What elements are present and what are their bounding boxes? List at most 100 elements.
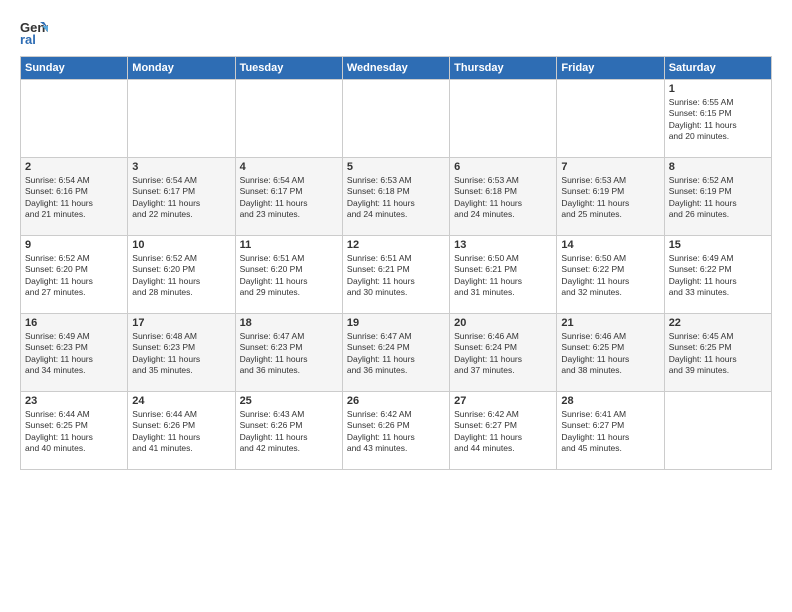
calendar-day-cell: 28 Sunrise: 6:41 AM Sunset: 6:27 PM Dayli… <box>557 392 664 470</box>
calendar-header-row: SundayMondayTuesdayWednesdayThursdayFrid… <box>21 57 772 80</box>
day-info: Sunrise: 6:48 AM Sunset: 6:23 PM Dayligh… <box>132 331 230 377</box>
day-info: Sunrise: 6:44 AM Sunset: 6:25 PM Dayligh… <box>25 409 123 455</box>
day-number: 1 <box>669 83 767 95</box>
day-number: 9 <box>25 239 123 251</box>
day-info: Sunrise: 6:52 AM Sunset: 6:19 PM Dayligh… <box>669 175 767 221</box>
day-number: 12 <box>347 239 445 251</box>
day-number: 13 <box>454 239 552 251</box>
calendar-day-cell <box>557 80 664 158</box>
calendar-day-cell <box>128 80 235 158</box>
day-number: 2 <box>25 161 123 173</box>
calendar-day-cell: 12 Sunrise: 6:51 AM Sunset: 6:21 PM Dayli… <box>342 236 449 314</box>
day-number: 17 <box>132 317 230 329</box>
day-info: Sunrise: 6:52 AM Sunset: 6:20 PM Dayligh… <box>132 253 230 299</box>
day-number: 3 <box>132 161 230 173</box>
calendar-week-row: 16 Sunrise: 6:49 AM Sunset: 6:23 PM Dayli… <box>21 314 772 392</box>
day-number: 24 <box>132 395 230 407</box>
day-number: 26 <box>347 395 445 407</box>
calendar-day-cell <box>235 80 342 158</box>
calendar-day-cell: 16 Sunrise: 6:49 AM Sunset: 6:23 PM Dayli… <box>21 314 128 392</box>
calendar-week-row: 23 Sunrise: 6:44 AM Sunset: 6:25 PM Dayli… <box>21 392 772 470</box>
day-info: Sunrise: 6:54 AM Sunset: 6:17 PM Dayligh… <box>240 175 338 221</box>
calendar-day-cell: 13 Sunrise: 6:50 AM Sunset: 6:21 PM Dayli… <box>450 236 557 314</box>
day-info: Sunrise: 6:53 AM Sunset: 6:18 PM Dayligh… <box>347 175 445 221</box>
calendar-day-cell: 26Sunrise: 6:42 AM Sunset: 6:26 PM Dayli… <box>342 392 449 470</box>
calendar-day-cell: 15Sunrise: 6:49 AM Sunset: 6:22 PM Dayli… <box>664 236 771 314</box>
day-number: 21 <box>561 317 659 329</box>
day-number: 7 <box>561 161 659 173</box>
day-info: Sunrise: 6:46 AM Sunset: 6:25 PM Dayligh… <box>561 331 659 377</box>
day-number: 8 <box>669 161 767 173</box>
day-number: 15 <box>669 239 767 251</box>
calendar-day-cell <box>342 80 449 158</box>
day-number: 23 <box>25 395 123 407</box>
day-number: 11 <box>240 239 338 251</box>
calendar-header-monday: Monday <box>128 57 235 80</box>
day-number: 4 <box>240 161 338 173</box>
day-info: Sunrise: 6:47 AM Sunset: 6:23 PM Dayligh… <box>240 331 338 377</box>
day-info: Sunrise: 6:47 AM Sunset: 6:24 PM Dayligh… <box>347 331 445 377</box>
day-info: Sunrise: 6:42 AM Sunset: 6:27 PM Dayligh… <box>454 409 552 455</box>
calendar-day-cell: 27 Sunrise: 6:42 AM Sunset: 6:27 PM Dayli… <box>450 392 557 470</box>
logo-icon: Gene ral <box>20 18 48 46</box>
calendar-header-wednesday: Wednesday <box>342 57 449 80</box>
day-info: Sunrise: 6:49 AM Sunset: 6:23 PM Dayligh… <box>25 331 123 377</box>
day-number: 28 <box>561 395 659 407</box>
calendar-day-cell: 4 Sunrise: 6:54 AM Sunset: 6:17 PM Daylig… <box>235 158 342 236</box>
calendar-day-cell: 17 Sunrise: 6:48 AM Sunset: 6:23 PM Dayli… <box>128 314 235 392</box>
day-number: 27 <box>454 395 552 407</box>
calendar-day-cell: 18 Sunrise: 6:47 AM Sunset: 6:23 PM Dayli… <box>235 314 342 392</box>
calendar-header-friday: Friday <box>557 57 664 80</box>
calendar-day-cell: 5 Sunrise: 6:53 AM Sunset: 6:18 PM Daylig… <box>342 158 449 236</box>
page: Gene ral SundayMondayTuesdayWednesdayThu… <box>0 0 792 612</box>
calendar-day-cell: 6 Sunrise: 6:53 AM Sunset: 6:18 PM Daylig… <box>450 158 557 236</box>
calendar-day-cell: 1 Sunrise: 6:55 AM Sunset: 6:15 PM Daylig… <box>664 80 771 158</box>
calendar-day-cell: 20 Sunrise: 6:46 AM Sunset: 6:24 PM Dayli… <box>450 314 557 392</box>
calendar-week-row: 9 Sunrise: 6:52 AM Sunset: 6:20 PM Daylig… <box>21 236 772 314</box>
day-info: Sunrise: 6:55 AM Sunset: 6:15 PM Dayligh… <box>669 97 767 143</box>
day-info: Sunrise: 6:45 AM Sunset: 6:25 PM Dayligh… <box>669 331 767 377</box>
day-info: Sunrise: 6:41 AM Sunset: 6:27 PM Dayligh… <box>561 409 659 455</box>
day-number: 5 <box>347 161 445 173</box>
calendar-day-cell: 3 Sunrise: 6:54 AM Sunset: 6:17 PM Daylig… <box>128 158 235 236</box>
calendar-header-saturday: Saturday <box>664 57 771 80</box>
calendar-day-cell: 25 Sunrise: 6:43 AM Sunset: 6:26 PM Dayli… <box>235 392 342 470</box>
calendar-day-cell: 11Sunrise: 6:51 AM Sunset: 6:20 PM Dayli… <box>235 236 342 314</box>
calendar-day-cell: 7 Sunrise: 6:53 AM Sunset: 6:19 PM Daylig… <box>557 158 664 236</box>
day-info: Sunrise: 6:54 AM Sunset: 6:17 PM Dayligh… <box>132 175 230 221</box>
day-number: 14 <box>561 239 659 251</box>
calendar-day-cell: 23 Sunrise: 6:44 AM Sunset: 6:25 PM Dayli… <box>21 392 128 470</box>
calendar-day-cell: 14 Sunrise: 6:50 AM Sunset: 6:22 PM Dayli… <box>557 236 664 314</box>
day-info: Sunrise: 6:53 AM Sunset: 6:19 PM Dayligh… <box>561 175 659 221</box>
day-number: 25 <box>240 395 338 407</box>
calendar-day-cell: 2Sunrise: 6:54 AM Sunset: 6:16 PM Daylig… <box>21 158 128 236</box>
day-info: Sunrise: 6:46 AM Sunset: 6:24 PM Dayligh… <box>454 331 552 377</box>
day-number: 16 <box>25 317 123 329</box>
day-number: 19 <box>347 317 445 329</box>
logo: Gene ral <box>20 18 52 46</box>
calendar-header-tuesday: Tuesday <box>235 57 342 80</box>
day-info: Sunrise: 6:50 AM Sunset: 6:22 PM Dayligh… <box>561 253 659 299</box>
calendar-day-cell: 10 Sunrise: 6:52 AM Sunset: 6:20 PM Dayli… <box>128 236 235 314</box>
calendar-day-cell: 24Sunrise: 6:44 AM Sunset: 6:26 PM Dayli… <box>128 392 235 470</box>
day-number: 20 <box>454 317 552 329</box>
day-number: 10 <box>132 239 230 251</box>
calendar-day-cell: 21 Sunrise: 6:46 AM Sunset: 6:25 PM Dayli… <box>557 314 664 392</box>
day-info: Sunrise: 6:43 AM Sunset: 6:26 PM Dayligh… <box>240 409 338 455</box>
calendar-day-cell: 8 Sunrise: 6:52 AM Sunset: 6:19 PM Daylig… <box>664 158 771 236</box>
day-number: 6 <box>454 161 552 173</box>
day-number: 18 <box>240 317 338 329</box>
calendar-day-cell <box>21 80 128 158</box>
day-info: Sunrise: 6:50 AM Sunset: 6:21 PM Dayligh… <box>454 253 552 299</box>
header: Gene ral <box>20 18 772 46</box>
day-number: 22 <box>669 317 767 329</box>
calendar-header-thursday: Thursday <box>450 57 557 80</box>
calendar-day-cell <box>664 392 771 470</box>
calendar-day-cell: 19 Sunrise: 6:47 AM Sunset: 6:24 PM Dayli… <box>342 314 449 392</box>
calendar-day-cell: 22 Sunrise: 6:45 AM Sunset: 6:25 PM Dayli… <box>664 314 771 392</box>
day-info: Sunrise: 6:52 AM Sunset: 6:20 PM Dayligh… <box>25 253 123 299</box>
day-info: Sunrise: 6:53 AM Sunset: 6:18 PM Dayligh… <box>454 175 552 221</box>
day-info: Sunrise: 6:51 AM Sunset: 6:21 PM Dayligh… <box>347 253 445 299</box>
calendar-header-sunday: Sunday <box>21 57 128 80</box>
calendar-week-row: 2Sunrise: 6:54 AM Sunset: 6:16 PM Daylig… <box>21 158 772 236</box>
